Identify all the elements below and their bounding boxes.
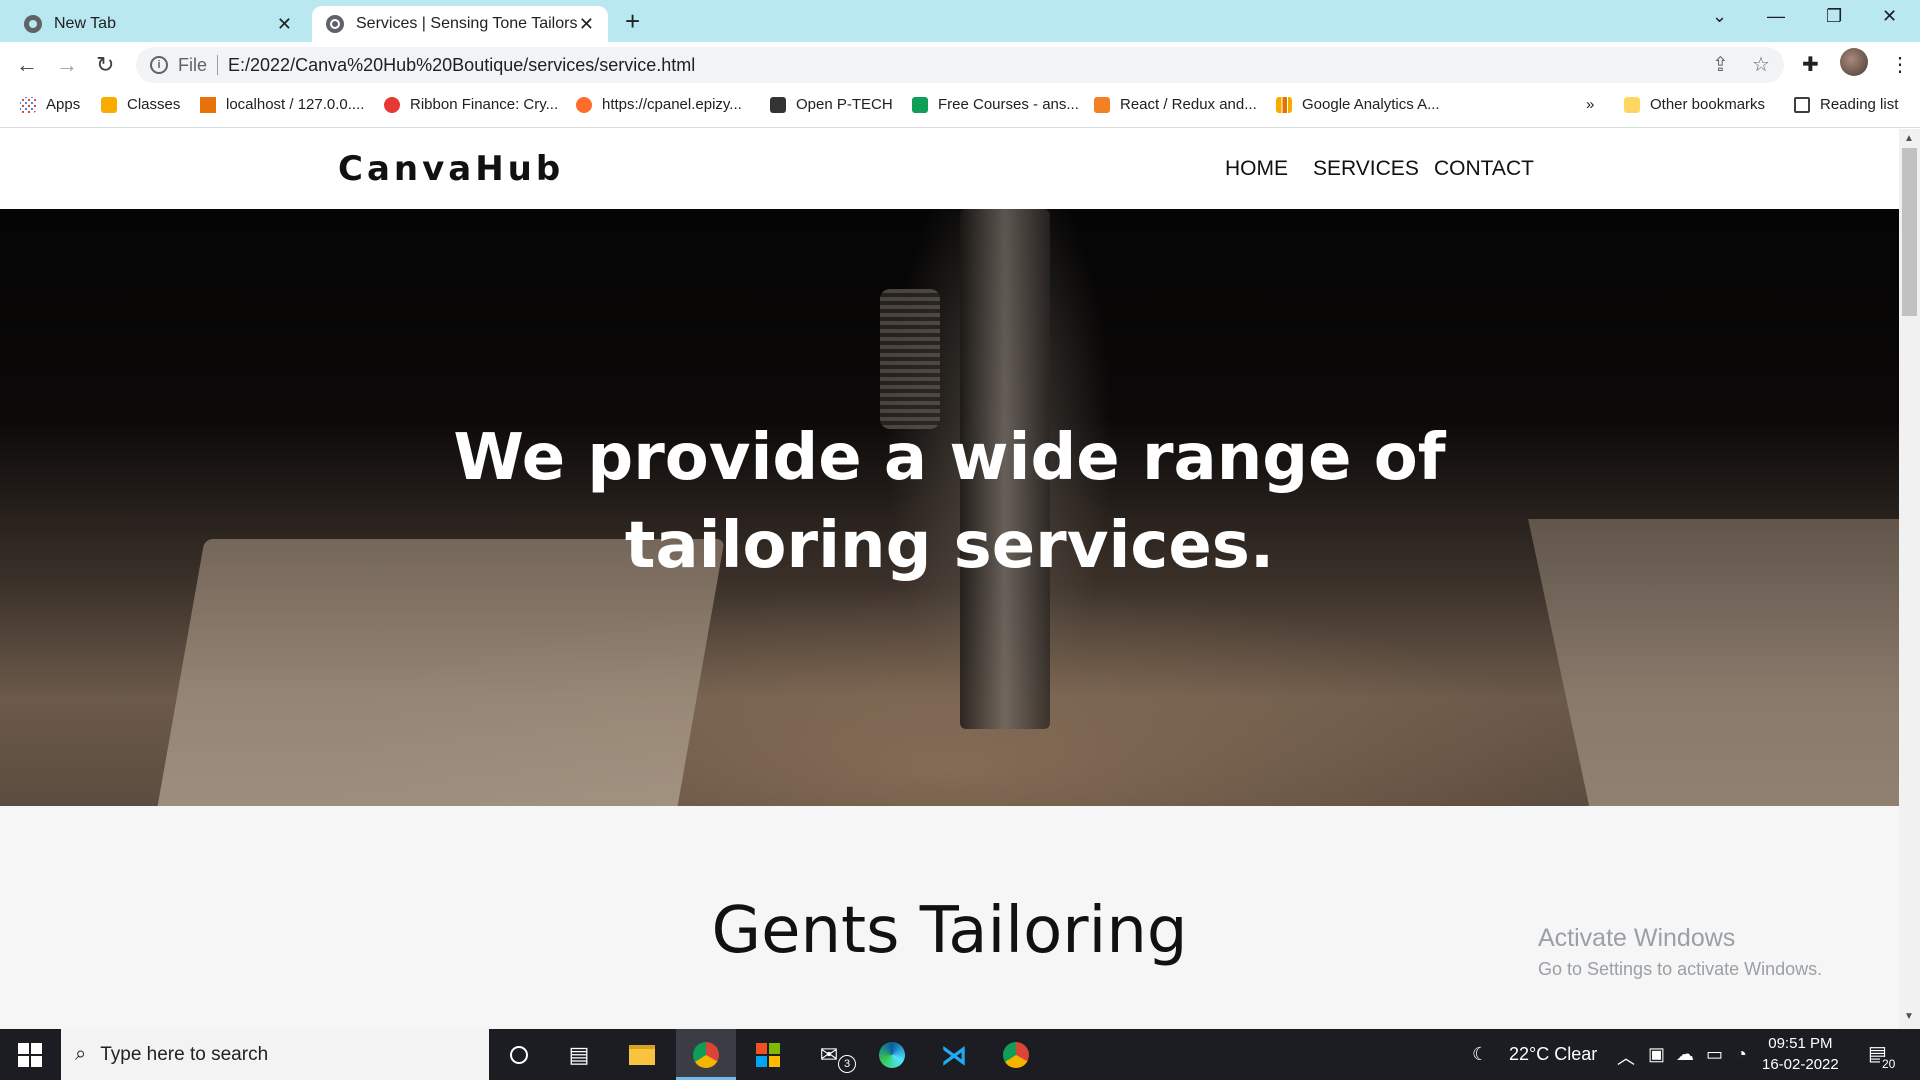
analytics-icon xyxy=(1276,96,1292,113)
tab-title: Services | Sensing Tone Tailors xyxy=(356,15,578,32)
menu-kebab-icon[interactable]: ⋮ xyxy=(1890,52,1910,77)
new-tab-button[interactable]: + xyxy=(625,6,640,37)
onedrive-cloud-icon[interactable]: ☁ xyxy=(1676,1044,1694,1065)
restore-button[interactable]: ❐ xyxy=(1826,6,1842,27)
share-icon[interactable]: ⇪ xyxy=(1712,52,1729,77)
bookmark-google-analytics[interactable]: Google Analytics A... xyxy=(1276,96,1440,113)
search-placeholder: Type here to search xyxy=(100,1043,269,1065)
scroll-up-arrow-icon[interactable]: ▲ xyxy=(1904,133,1914,144)
avatar[interactable] xyxy=(1840,48,1868,76)
bookmark-open-ptech[interactable]: Open P-TECH xyxy=(770,96,893,113)
back-button[interactable]: ← xyxy=(16,52,38,78)
vscode-icon[interactable]: ⋊ xyxy=(938,1039,970,1071)
edge-icon[interactable] xyxy=(876,1039,908,1071)
activate-windows-watermark: Activate Windows Go to Settings to activ… xyxy=(1538,924,1823,979)
other-bookmarks[interactable]: Other bookmarks xyxy=(1624,96,1765,113)
meet-now-icon[interactable]: ▣ xyxy=(1648,1044,1665,1065)
browser-toolbar: ← → ↻ i File E:/2022/Canva%20Hub%20Bouti… xyxy=(0,42,1920,88)
folder-icon xyxy=(1624,96,1640,113)
cortana-icon[interactable] xyxy=(503,1039,535,1071)
nav-services-link[interactable]: SERVICES xyxy=(1313,157,1419,181)
tab-new-tab[interactable]: New Tab ✕ xyxy=(24,6,306,42)
tab-services[interactable]: Services | Sensing Tone Tailors ✕ xyxy=(312,6,608,42)
chrome-profile-icon[interactable] xyxy=(690,1039,722,1071)
site-header: CanvaHub HOME SERVICES CONTACT xyxy=(0,129,1899,209)
sewing-machine-image xyxy=(880,289,940,429)
ribbon-finance-icon xyxy=(384,96,400,113)
taskbar-search-box[interactable]: ⌕ Type here to search xyxy=(61,1029,489,1080)
minimize-button[interactable]: — xyxy=(1767,6,1785,27)
tab-search-chevron-icon[interactable]: ⌄ xyxy=(1712,6,1727,27)
chevron-up-icon[interactable]: ︿ xyxy=(1617,1044,1635,1070)
globe-icon xyxy=(326,15,344,33)
tab-title: New Tab xyxy=(54,15,116,32)
phpmyadmin-icon xyxy=(200,96,216,113)
task-view-icon[interactable]: ▤ xyxy=(563,1039,595,1071)
divider xyxy=(217,55,219,75)
info-icon[interactable]: i xyxy=(150,56,168,74)
mail-badge: 3 xyxy=(838,1055,856,1073)
windows-start-icon[interactable] xyxy=(18,1043,42,1067)
classroom-icon xyxy=(101,96,117,113)
search-icon: ⌕ xyxy=(75,1043,87,1065)
web-page: CanvaHub HOME SERVICES CONTACT We provid… xyxy=(0,129,1899,1029)
nav-home-link[interactable]: HOME xyxy=(1225,157,1288,181)
courses-icon xyxy=(912,96,928,113)
extensions-icon[interactable]: ✚ xyxy=(1802,52,1819,77)
bookmark-free-courses[interactable]: Free Courses - ans... xyxy=(912,96,1079,113)
address-bar[interactable]: i File E:/2022/Canva%20Hub%20Boutique/se… xyxy=(136,47,1784,83)
hero-banner: We provide a wide range of tailoring ser… xyxy=(0,209,1899,806)
forward-button[interactable]: → xyxy=(56,52,78,78)
microsoft-store-icon[interactable] xyxy=(752,1039,784,1071)
bookmark-star-icon[interactable]: ☆ xyxy=(1752,52,1770,77)
apps-grid-icon xyxy=(20,96,36,113)
ptech-icon xyxy=(770,96,786,113)
notifications-count: 20 xyxy=(1880,1057,1898,1071)
site-logo[interactable]: CanvaHub xyxy=(338,149,564,189)
file-explorer-icon[interactable] xyxy=(626,1039,658,1071)
hero-heading-line: tailoring services. xyxy=(624,509,1275,583)
cpanel-icon xyxy=(576,96,592,113)
wifi-icon[interactable]: ◔ xyxy=(1736,1044,1747,1065)
windows-taskbar: ⌕ Type here to search ▤ ✉ 3 ⋊ ☾ 22°C Cle… xyxy=(0,1029,1920,1080)
nav-contact-link[interactable]: CONTACT xyxy=(1434,157,1534,181)
bookmark-ribbon-finance[interactable]: Ribbon Finance: Cry... xyxy=(384,96,558,113)
close-window-button[interactable]: ✕ xyxy=(1882,6,1897,27)
reading-list-icon xyxy=(1794,96,1810,113)
hero-heading: We provide a wide range of tailoring ser… xyxy=(0,414,1899,590)
url-text[interactable]: E:/2022/Canva%20Hub%20Boutique/services/… xyxy=(228,55,695,76)
browser-tab-strip: New Tab ✕ Services | Sensing Tone Tailor… xyxy=(0,0,1920,42)
chrome-icon[interactable] xyxy=(1000,1039,1032,1071)
reload-button[interactable]: ↻ xyxy=(96,52,114,78)
clock-date: 16-02-2022 xyxy=(1762,1056,1839,1073)
moon-weather-icon: ☾ xyxy=(1472,1044,1489,1064)
bookmark-cpanel[interactable]: https://cpanel.epizy... xyxy=(576,96,742,113)
close-icon[interactable]: ✕ xyxy=(277,14,292,35)
weather-text[interactable]: 22°C Clear xyxy=(1509,1044,1597,1065)
scheme-label: File xyxy=(178,54,208,75)
taskbar-clock[interactable]: 09:51 PM 16-02-2022 xyxy=(1762,1033,1839,1075)
bookmarks-overflow-button[interactable]: » xyxy=(1586,96,1594,113)
bookmark-classes[interactable]: Classes xyxy=(101,96,180,113)
bookmark-react-redux[interactable]: React / Redux and... xyxy=(1094,96,1257,113)
bookmarks-bar: Apps Classes localhost / 127.0.0.... Rib… xyxy=(0,88,1920,128)
react-redux-icon xyxy=(1094,96,1110,113)
battery-icon[interactable]: ▭ xyxy=(1706,1044,1723,1065)
close-icon[interactable]: ✕ xyxy=(579,14,594,35)
chrome-icon xyxy=(24,15,42,33)
bookmark-localhost[interactable]: localhost / 127.0.0.... xyxy=(200,96,364,113)
bookmark-apps[interactable]: Apps xyxy=(20,96,80,113)
hero-heading-line: We provide a wide range of xyxy=(453,421,1446,495)
clock-time: 09:51 PM xyxy=(1768,1035,1833,1052)
reading-list[interactable]: Reading list xyxy=(1794,96,1898,113)
scrollbar-thumb[interactable] xyxy=(1902,148,1917,316)
scroll-down-arrow-icon[interactable]: ▼ xyxy=(1904,1011,1914,1022)
